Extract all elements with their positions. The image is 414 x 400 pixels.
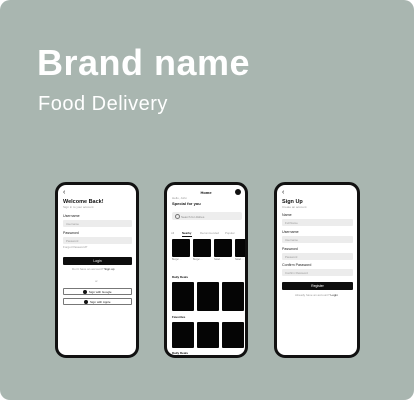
username-label: Username [282,230,299,234]
password-field[interactable]: Password [282,253,353,260]
password-field[interactable]: Password [63,237,132,244]
signup-phone-mockup: ‹ Sign Up Create an account Name Full Na… [274,182,360,358]
register-button[interactable]: Register [282,282,353,290]
tab-all[interactable]: All [171,231,174,235]
avatar[interactable] [235,189,241,195]
home-heading: Special for you [172,201,201,206]
have-account-text: Already have an account? Login [295,293,338,297]
item-caption: Salad ... [214,259,223,261]
google-icon [83,290,88,295]
category-tabs: All Nearby Recommended Popular [167,231,245,237]
login-phone-mockup: ‹ Welcome Back! Sign in to your account … [55,182,139,358]
food-card[interactable] [197,282,219,311]
food-card[interactable] [222,322,244,348]
login-caption: Sign in to your account [63,205,94,209]
login-link[interactable]: Login [331,293,338,297]
tab-popular[interactable]: Popular [225,231,235,235]
tab-recommended[interactable]: Recommended [200,231,219,235]
or-divider: or [95,279,98,283]
apple-signin-button[interactable]: Sign with Apple [63,298,132,305]
name-field[interactable]: Full Name [282,219,353,226]
food-card[interactable] [172,322,194,348]
food-card[interactable] [172,282,194,311]
confirm-password-label: Confirm Password [282,263,312,267]
showcase-card: Brand name Food Delivery ‹ Welcome Back!… [0,0,414,400]
tab-nearby[interactable]: Nearby [182,231,191,235]
signup-caption: Create an account [282,205,307,209]
apple-icon [84,300,89,305]
food-image[interactable] [214,239,232,257]
active-tab-indicator [182,235,192,237]
home-title: Home [200,190,212,195]
search-icon [175,214,180,219]
name-label: Name [282,213,292,217]
login-button[interactable]: Login [63,257,132,265]
back-arrow-icon[interactable]: ‹ [63,189,65,196]
forgot-password-link[interactable]: Forgot Password? [63,245,87,250]
section-title: Favorites [172,315,186,319]
home-phone-mockup: Home Hello, John Special for you Search … [164,182,248,358]
item-caption: Burger ... [172,259,182,261]
search-input[interactable]: Search for dishes [172,212,242,220]
password-label: Password [63,231,79,235]
username-field[interactable]: Username [63,220,132,227]
brand-name: Brand name [37,42,251,83]
username-label: Username [63,214,80,218]
back-arrow-icon[interactable]: ‹ [282,189,284,196]
confirm-password-field[interactable]: Confirm Password [282,269,353,276]
signup-link[interactable]: Sign up [104,267,114,271]
item-caption: Burger ... [193,259,203,261]
section-title: Daily Deals [172,351,189,355]
food-image[interactable] [193,239,211,257]
google-signin-button[interactable]: Sign with Google [63,288,132,295]
food-card[interactable] [222,282,244,311]
brand-subtitle: Food Delivery [38,93,168,115]
greeting-caption: Hello, John [172,196,188,200]
food-image[interactable] [172,239,190,257]
username-field[interactable]: Username [282,236,353,243]
food-image[interactable] [235,239,245,257]
password-label: Password [282,247,298,251]
section-title: Daily Deals [172,275,189,279]
no-account-text: Don't have an account? Sign up [72,267,115,271]
item-caption: Salad ... [235,259,244,261]
food-card[interactable] [197,322,219,348]
